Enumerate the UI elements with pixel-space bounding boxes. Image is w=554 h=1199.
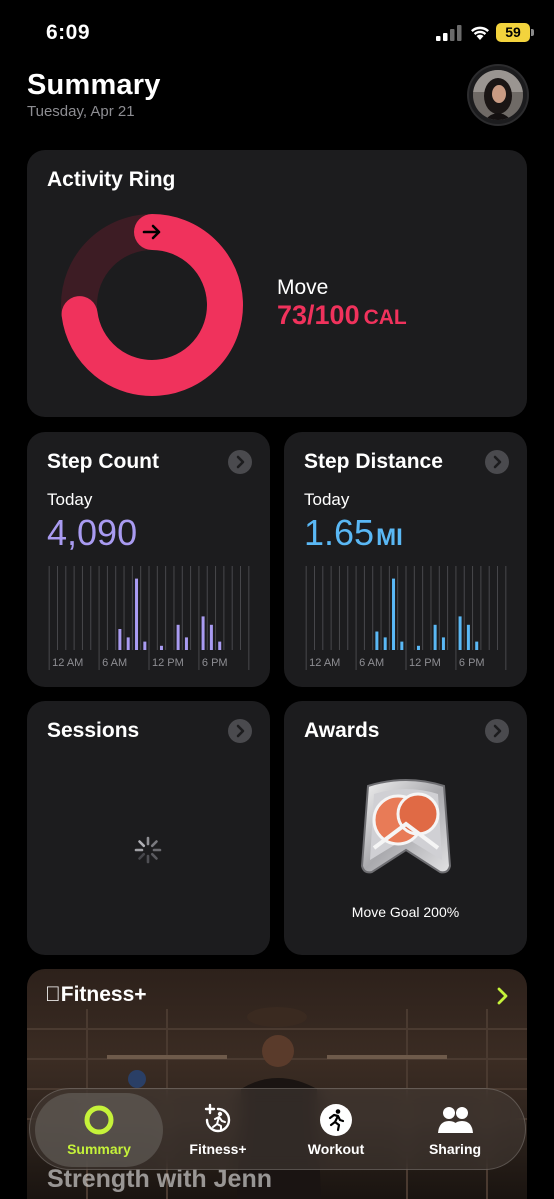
chart-bar [159,645,163,650]
chart-axis-label: 12 PM [152,657,184,669]
chart-bar [400,641,404,650]
page-title: Summary [27,69,161,101]
profile-avatar[interactable] [469,66,527,124]
move-label: Move [277,276,329,299]
chart-axis-label: 6 AM [102,657,127,669]
card-title: Step Distance [304,450,443,473]
chevron-right-icon[interactable] [485,450,509,474]
tab-label: Summary [67,1141,131,1157]
step-count-value: 4,090 [47,512,138,553]
move-value-number: 73/100 [277,300,360,330]
chart-bar [118,629,122,650]
tab-bar: Summary Fitness+ Workout Sharing [29,1088,526,1170]
card-title: Activity Ring [47,168,176,191]
chart-axis-label: 6 AM [359,657,384,669]
tab-label: Sharing [428,1141,482,1157]
step-count-chart: 12 AM 6 AM 12 PM 6 PM [48,566,250,670]
chart-bar [209,624,213,650]
step-distance-unit: MI [376,524,403,551]
tab-fitness-plus[interactable]: Fitness+ [163,1089,273,1171]
chevron-right-icon[interactable] [228,450,252,474]
chart-bar [433,624,437,650]
tab-label: Workout [307,1141,365,1157]
chart-bar [441,637,445,650]
loading-spinner-icon [134,836,162,864]
chart-bar [475,641,479,650]
tab-label: Fitness+ [189,1141,247,1157]
status-time: 6:09 [46,21,91,44]
chart-bar [392,578,396,650]
fitness-plus-logo: Fitness+ [45,983,147,1007]
chart-bar [466,624,470,650]
chevron-right-icon[interactable] [485,719,509,743]
page-date: Tuesday, Apr 21 [27,103,135,120]
battery-indicator: 59 [496,23,530,42]
chart-bar [201,616,205,650]
chevron-right-icon[interactable] [228,719,252,743]
card-title: Awards [304,719,380,742]
activity-ring-icon [84,1105,114,1135]
chart-bar [184,637,188,650]
card-title: Step Count [47,450,159,473]
wifi-icon [471,26,489,40]
award-label: Move Goal 200% [351,904,460,920]
tab-summary[interactable]: Summary [35,1093,163,1167]
chart-bar [176,624,180,650]
chart-bar [416,645,420,650]
today-label: Today [47,490,93,509]
chart-bar [135,578,139,650]
step-distance-value: 1.65MI [304,512,403,554]
step-distance-number: 1.65 [304,512,375,553]
chart-bar [383,637,387,650]
status-bar: 6:09 59 [0,0,554,64]
tab-workout[interactable]: Workout [283,1089,389,1171]
step-distance-chart: 12 AM 6 AM 12 PM 6 PM [305,566,507,670]
avatar-photo [473,70,523,120]
today-label: Today [304,490,350,509]
chart-axis-label: 12 PM [409,657,441,669]
move-value-unit: CAL [363,306,407,329]
chart-bar [143,641,147,650]
card-title: Sessions [47,719,140,742]
fitness-plus-icon [204,1103,231,1133]
chart-bar [126,637,130,650]
chart-bar [458,616,462,650]
chart-bar [375,631,379,650]
move-value: 73/100 CAL [277,300,407,331]
activity-ring-card[interactable]: Activity Ring Move 73/100 CAL [27,150,527,417]
step-count-card[interactable]: Step Count Today 4,090 12 AM 6 AM 12 PM 6 P… [27,432,270,687]
awards-card[interactable]: Awards Move Goal 200% [284,701,527,955]
sharing-people-icon [438,1107,473,1133]
chart-axis-label: 6 PM [202,657,228,669]
chart-bar [218,641,222,650]
sessions-card[interactable]: Sessions [27,701,270,955]
apple-logo-icon:  [45,983,61,1006]
workout-runner-icon [320,1104,352,1136]
move-goal-badge-icon [360,779,452,874]
cellular-signal-icon [436,25,462,41]
tab-sharing[interactable]: Sharing [400,1089,510,1171]
move-ring [61,214,243,396]
chart-axis-label: 6 PM [459,657,485,669]
chart-axis-label: 12 AM [52,657,83,669]
fitness-plus-logo-text: Fitness+ [45,983,147,1006]
chart-axis-label: 12 AM [309,657,340,669]
step-distance-card[interactable]: Step Distance Today 1.65MI 12 AM 6 AM 12 P… [284,432,527,687]
chevron-right-icon[interactable] [493,985,513,1007]
battery-cap [531,29,534,36]
